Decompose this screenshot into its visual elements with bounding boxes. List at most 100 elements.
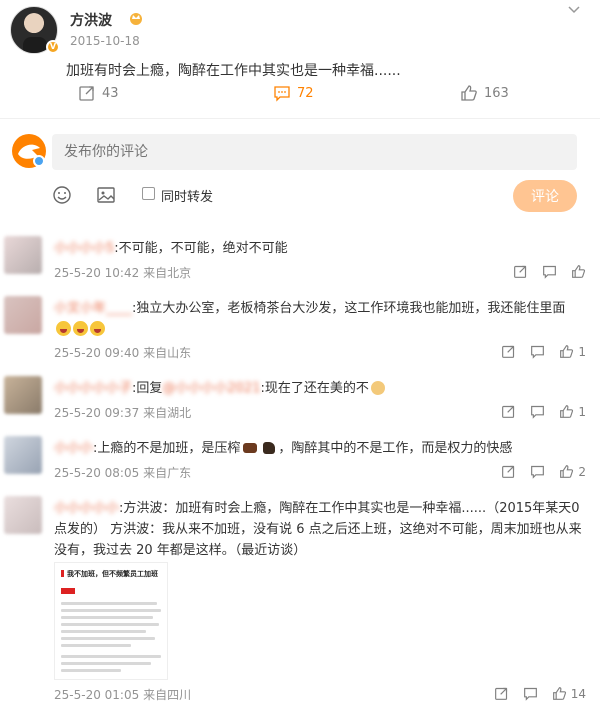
comment-meta: 25-5-20 01:05 来自四川 (54, 686, 191, 703)
thumbs-up-icon (461, 85, 477, 101)
comment-text: :不可能，不可能，绝对不可能 (114, 241, 288, 256)
post-header: V 方洪波 2015-10-18 (10, 6, 590, 56)
reply-prefix: :回复 (132, 381, 163, 396)
comment-body: 小小小小小子:回复@小小小小2021:现在了还在美的不 (54, 378, 582, 399)
comment-meta: 25-5-20 08:05 来自广东 (54, 464, 191, 481)
post-text: 加班有时会上瘾，陶醉在工作中其实也是一种幸福...... (66, 63, 401, 79)
like-button[interactable]: 163 (460, 84, 509, 102)
comment-text: :现在了还在美的不 (260, 381, 369, 396)
comment-body: 小小小:上瘾的不是加班，是压榨 ，陶醉其中的不是工作，而是权力的快感 (54, 438, 582, 459)
comment-icon[interactable] (542, 264, 557, 279)
like-count: 14 (570, 686, 586, 701)
like-count: 163 (484, 85, 509, 101)
comment-text: :独立大办公室，老板椅茶台大沙发，这工作环境我也能加班，我还能住里面 (132, 301, 566, 316)
comment-time: 25-5-20 10:42 (54, 266, 140, 280)
laughing-emoji-icon (90, 321, 105, 336)
like-count: 1 (578, 404, 586, 419)
divider (0, 118, 600, 119)
comment-button[interactable]: 72 (273, 84, 314, 102)
repost-button[interactable]: 43 (78, 84, 119, 102)
thumbs-up-icon (552, 687, 566, 700)
chevron-down-icon[interactable] (566, 2, 582, 18)
thumbs-up-icon[interactable] (571, 264, 586, 279)
repost-icon[interactable] (501, 404, 516, 419)
comment-icon (274, 86, 290, 102)
commenter-name[interactable]: 小文小年____ (54, 298, 132, 319)
comment-icon[interactable] (530, 344, 545, 359)
comment-image-thumbnail[interactable]: 我不加班，但不频繁员工加班 (54, 562, 168, 680)
comment-text: :方洪波：加班有时会上瘾，陶醉在工作中其实也是一种幸福......（2015年某… (54, 501, 582, 558)
comment-location: 来自广东 (143, 466, 192, 480)
commenter-avatar[interactable] (4, 296, 42, 334)
commenter-avatar[interactable] (4, 376, 42, 414)
verified-badge-icon: V (46, 40, 60, 54)
horse-emoji-icon (263, 442, 276, 454)
repost-icon[interactable] (494, 686, 509, 701)
comment-location: 来自湖北 (143, 406, 192, 420)
comment-actions: 1 (501, 344, 586, 359)
mention-link[interactable]: @小小小小2021 (162, 378, 260, 399)
repost-icon[interactable] (501, 464, 516, 479)
comment-icon[interactable] (530, 404, 545, 419)
commenter-avatar[interactable] (4, 236, 42, 274)
crown-icon (130, 13, 142, 25)
author-name[interactable]: 方洪波 (70, 10, 112, 30)
comment-input[interactable] (52, 134, 577, 170)
commenter-avatar[interactable] (4, 496, 42, 534)
comment-body: 小文小年____:独立大办公室，老板椅茶台大沙发，这工作环境我也能加班，我还能住… (54, 298, 582, 340)
like-button[interactable]: 14 (552, 686, 586, 701)
like-button[interactable]: 1 (559, 404, 586, 419)
thumbnail-title: 我不加班，但不频繁员工加班 (61, 569, 161, 579)
comment-actions: 14 (494, 686, 586, 701)
comment-location: 来自北京 (143, 266, 192, 280)
comment-text-continued: ，陶醉其中的不是工作，而是权力的快感 (278, 441, 513, 456)
post-actions: 43 72 163 (0, 84, 600, 110)
repost-checkbox[interactable] (142, 187, 155, 200)
laughing-emoji-icon (56, 321, 71, 336)
comment-icon[interactable] (523, 686, 538, 701)
comment-meta: 25-5-20 09:40 来自山东 (54, 344, 191, 361)
comment-actions (513, 264, 586, 279)
like-button[interactable]: 1 (559, 344, 586, 359)
emoji-icon[interactable] (52, 185, 72, 205)
comment-body: 小小小小小:方洪波：加班有时会上瘾，陶醉在工作中其实也是一种幸福......（2… (54, 498, 582, 561)
like-count: 1 (578, 344, 586, 359)
commenter-name[interactable]: 小小小 (54, 438, 93, 459)
comment-actions: 1 (501, 404, 586, 419)
comment-time: 25-5-20 01:05 (54, 688, 140, 702)
submit-comment-button[interactable]: 评论 (513, 180, 577, 212)
commenter-avatar[interactable] (4, 436, 42, 474)
comment-time: 25-5-20 09:37 (54, 406, 140, 420)
commenter-name[interactable]: 小小小小小子 (54, 378, 132, 399)
commenter-name[interactable]: 小小小小小 (54, 498, 119, 519)
thumbs-up-icon (560, 465, 574, 478)
thumbnail-tag (61, 588, 75, 594)
like-button[interactable]: 2 (559, 464, 586, 479)
commenter-name[interactable]: 小小小小5 (54, 238, 114, 259)
repost-icon[interactable] (501, 344, 516, 359)
comment-time: 25-5-20 08:05 (54, 466, 140, 480)
comment-count: 72 (297, 85, 314, 101)
thumbs-up-icon (560, 345, 574, 358)
comment-text: :上瘾的不是加班，是压榨 (93, 441, 241, 456)
comment-icon[interactable] (530, 464, 545, 479)
comment-location: 来自山东 (143, 346, 192, 360)
comment-time: 25-5-20 09:40 (54, 346, 140, 360)
thumbs-up-icon (560, 405, 574, 418)
repost-icon[interactable] (513, 264, 528, 279)
post-date[interactable]: 2015-10-18 (70, 34, 140, 48)
repost-count: 43 (102, 85, 119, 101)
comment-body: 小小小小5:不可能，不可能，绝对不可能 (54, 238, 582, 259)
comment-location: 来自四川 (143, 688, 192, 702)
comment-meta: 25-5-20 09:37 来自湖北 (54, 404, 191, 421)
verified-badge-icon (33, 155, 45, 167)
cat-emoji-icon (370, 381, 385, 395)
ox-emoji-icon (243, 443, 258, 453)
comment-meta: 25-5-20 10:42 来自北京 (54, 264, 191, 281)
repost-icon (79, 86, 94, 101)
repost-checkbox-label[interactable]: 同时转发 (161, 186, 213, 205)
comment-actions: 2 (501, 464, 586, 479)
laughing-emoji-icon (73, 321, 88, 336)
like-count: 2 (578, 464, 586, 479)
image-icon[interactable] (96, 185, 116, 205)
